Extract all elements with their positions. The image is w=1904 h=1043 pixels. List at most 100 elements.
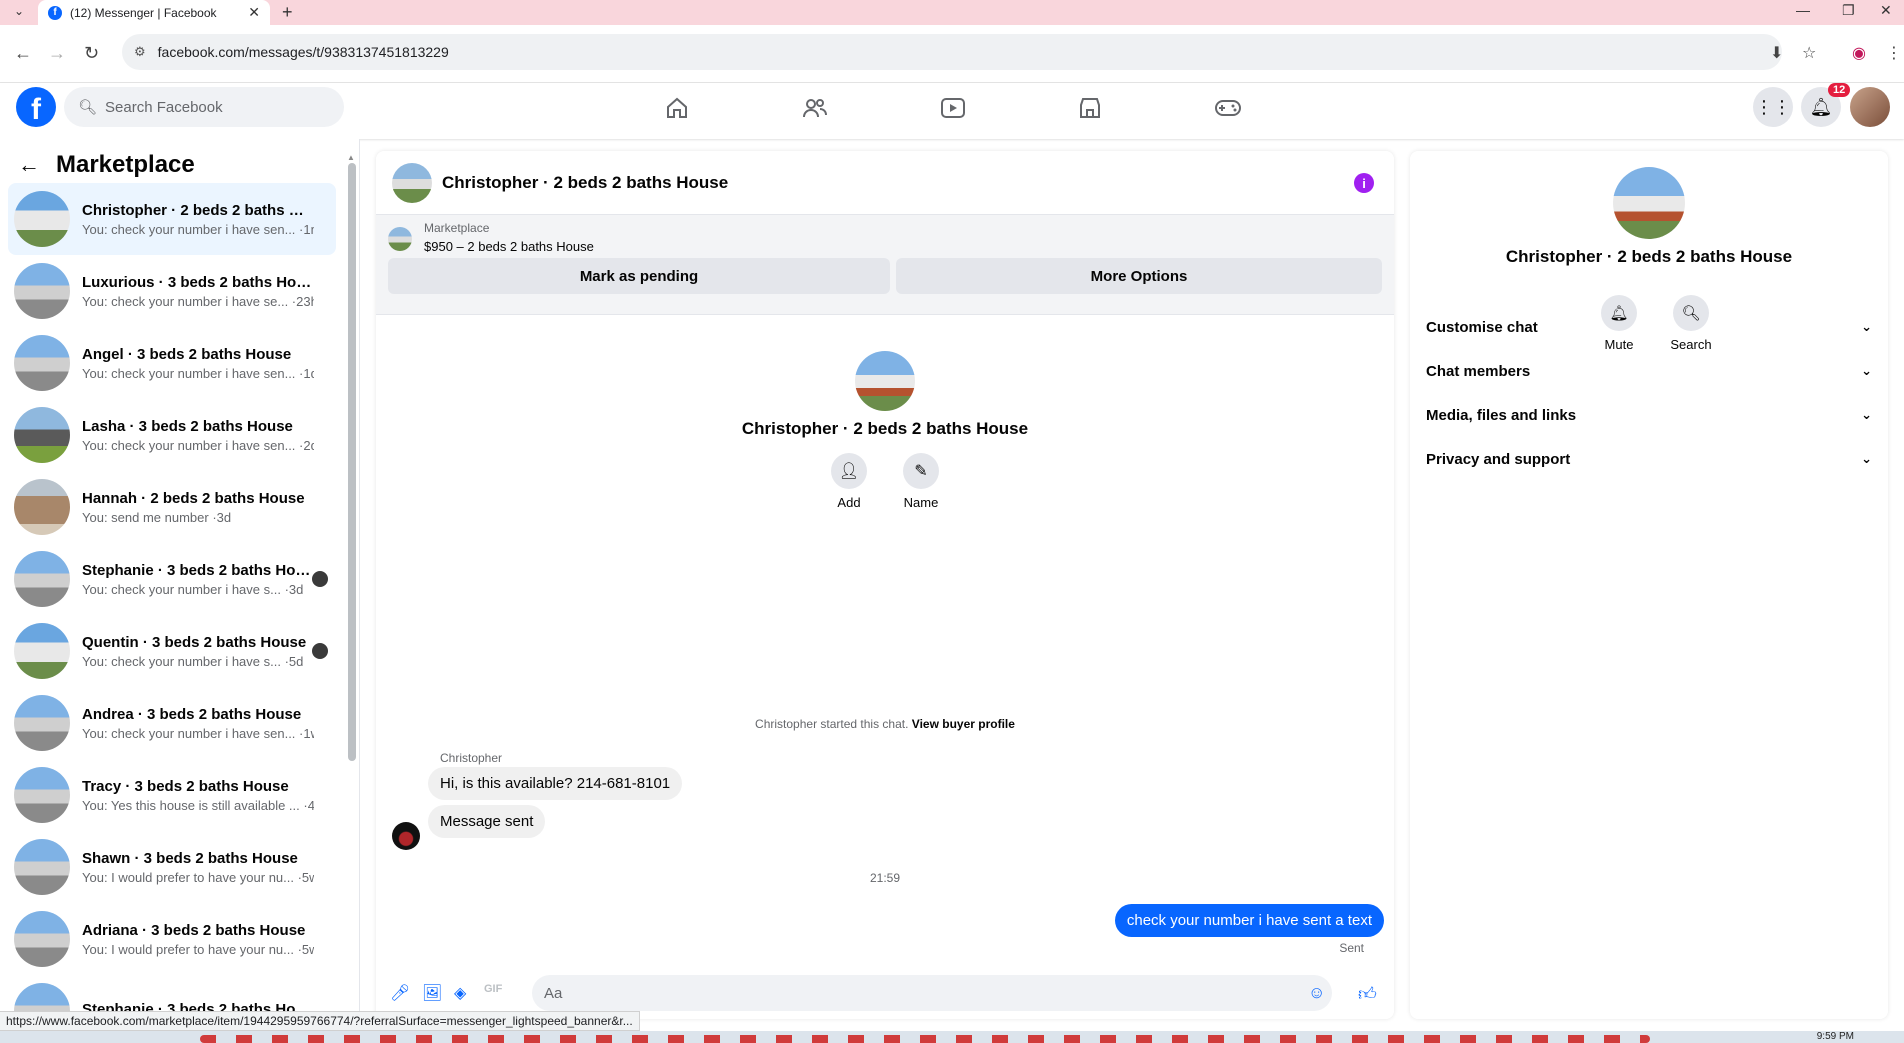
conversation-title[interactable]: Christopher · 2 beds 2 baths House bbox=[442, 173, 728, 193]
sticker-icon[interactable]: ◈ bbox=[454, 983, 466, 1003]
install-app-icon[interactable]: ⬇ bbox=[1770, 43, 1783, 63]
gaming-icon[interactable] bbox=[1208, 93, 1248, 123]
restore-icon[interactable]: ❐ bbox=[1842, 2, 1855, 19]
listing-price-title[interactable]: $950 – 2 beds 2 baths House bbox=[424, 239, 594, 254]
thread-item[interactable]: Stephanie · 3 beds 2 baths House You: che… bbox=[8, 543, 336, 615]
close-window-icon[interactable]: ✕ bbox=[1880, 2, 1892, 19]
view-buyer-profile-link[interactable]: View buyer profile bbox=[912, 717, 1015, 731]
thread-thumbnail bbox=[14, 479, 70, 535]
chat-members-section[interactable]: Chat members ⌄ bbox=[1424, 349, 1878, 393]
thread-name: Angel · 3 beds 2 baths House bbox=[82, 345, 292, 363]
thread-preview: You: I would prefer to have your nu... ·… bbox=[82, 941, 314, 957]
thread-item[interactable]: Tracy · 3 beds 2 baths House You: Yes thi… bbox=[8, 759, 336, 831]
address-bar[interactable]: ⚙ facebook.com/messages/t/93831374518132… bbox=[122, 34, 1782, 70]
thread-name: Christopher · 2 beds 2 baths House bbox=[82, 201, 314, 219]
photo-icon[interactable]: 🖼︎ bbox=[422, 983, 442, 1003]
thread-item[interactable]: Angel · 3 beds 2 baths House You: check y… bbox=[8, 327, 336, 399]
sender-avatar[interactable] bbox=[392, 822, 420, 850]
browser-tab[interactable]: f (12) Messenger | Facebook ✕ bbox=[38, 0, 270, 25]
message-placeholder: Aa bbox=[544, 984, 563, 1002]
pencil-icon: ✎ bbox=[903, 453, 939, 489]
close-tab-icon[interactable]: ✕ bbox=[248, 4, 260, 21]
thread-preview: You: check your number i have sen... ·1d bbox=[82, 365, 314, 381]
forward-icon[interactable]: → bbox=[48, 43, 66, 64]
thread-thumbnail bbox=[14, 263, 70, 319]
menu-grid-icon[interactable]: ⋮⋮ bbox=[1753, 87, 1793, 127]
thread-item[interactable]: Shawn · 3 beds 2 baths House You: I would… bbox=[8, 831, 336, 903]
thread-thumbnail bbox=[14, 407, 70, 463]
thread-item[interactable]: Quentin · 3 beds 2 baths House You: check… bbox=[8, 615, 336, 687]
thread-preview: You: check your number i have sen... ·1m bbox=[82, 221, 314, 237]
back-arrow-icon[interactable]: ← bbox=[18, 152, 40, 178]
outgoing-message[interactable]: check your number i have sent a text bbox=[1114, 904, 1384, 937]
privacy-support-section[interactable]: Privacy and support ⌄ bbox=[1424, 437, 1878, 481]
facebook-header: f 🔍︎ Search Facebook ⋮⋮ 🔔︎ 12 bbox=[0, 83, 1904, 139]
back-icon[interactable]: ← bbox=[14, 43, 32, 64]
facebook-logo-icon[interactable]: f bbox=[16, 87, 56, 127]
thumbs-up-icon[interactable]: 👍︎ bbox=[1358, 983, 1377, 1005]
thread-item[interactable]: Andrea · 3 beds 2 baths House You: check … bbox=[8, 687, 336, 759]
browser-toolbar: ← → ↻ ⚙ facebook.com/messages/t/93831374… bbox=[0, 25, 1904, 83]
minimize-icon[interactable]: — bbox=[1796, 2, 1810, 18]
bookmark-star-icon[interactable]: ☆ bbox=[1802, 43, 1816, 63]
details-avatar bbox=[1613, 167, 1685, 239]
add-people-button[interactable]: 👤︎ Add bbox=[825, 453, 873, 510]
reload-icon[interactable]: ↻ bbox=[84, 43, 99, 64]
taskbar-app-icons[interactable] bbox=[200, 1035, 1650, 1043]
info-icon[interactable]: i bbox=[1354, 173, 1374, 193]
seen-avatar-icon bbox=[312, 643, 328, 659]
browser-menu-icon[interactable]: ⋮ bbox=[1886, 43, 1902, 63]
search-facebook-input[interactable]: 🔍︎ Search Facebook bbox=[64, 87, 344, 127]
thread-thumbnail bbox=[14, 911, 70, 967]
thread-preview: You: check your number i have se... ·23h bbox=[82, 293, 314, 309]
thread-preview: You: check your number i have s... ·5d bbox=[82, 653, 304, 669]
conversation-avatar[interactable] bbox=[392, 162, 432, 203]
thread-thumbnail bbox=[14, 623, 70, 679]
marketplace-icon[interactable] bbox=[1070, 93, 1110, 123]
thread-preview: You: check your number i have sen... ·1w bbox=[82, 725, 314, 741]
name-chat-button[interactable]: ✎ Name bbox=[897, 453, 945, 510]
customise-chat-section[interactable]: Customise chat ⌄ bbox=[1424, 305, 1878, 349]
section-label: Privacy and support bbox=[1426, 450, 1571, 468]
thread-thumbnail bbox=[14, 839, 70, 895]
message-input[interactable]: Aa bbox=[532, 975, 1332, 1011]
thread-name: Luxurious · 3 beds 2 baths House bbox=[82, 273, 314, 291]
site-info-icon[interactable]: ⚙ bbox=[134, 44, 146, 60]
microphone-icon[interactable]: 🎤︎ bbox=[390, 983, 410, 1003]
tab-search-icon[interactable]: ⌄ bbox=[8, 4, 30, 22]
mark-as-pending-button[interactable]: Mark as pending bbox=[388, 258, 890, 294]
thread-item[interactable]: Adriana · 3 beds 2 baths House You: I wou… bbox=[8, 903, 336, 975]
media-files-links-section[interactable]: Media, files and links ⌄ bbox=[1424, 393, 1878, 437]
sidebar-scrollbar[interactable] bbox=[348, 163, 356, 761]
home-icon[interactable] bbox=[657, 93, 697, 123]
thread-thumbnail bbox=[14, 767, 70, 823]
facebook-favicon-icon: f bbox=[48, 5, 62, 20]
gif-icon[interactable]: GIF bbox=[484, 983, 502, 995]
system-text: Christopher started this chat. bbox=[755, 717, 909, 731]
thread-preview: You: check your number i have sen... ·2d bbox=[82, 437, 314, 453]
emoji-icon[interactable]: ☺ bbox=[1308, 983, 1325, 1003]
account-avatar[interactable] bbox=[1850, 87, 1890, 127]
url-text: facebook.com/messages/t/9383137451813229 bbox=[157, 44, 449, 60]
add-person-icon: 👤︎ bbox=[831, 453, 867, 489]
chevron-down-icon: ⌄ bbox=[1861, 407, 1872, 422]
scroll-up-arrow[interactable]: ▲ bbox=[347, 153, 355, 162]
friends-icon[interactable] bbox=[795, 93, 835, 123]
thread-item[interactable]: Christopher · 2 beds 2 baths House You: c… bbox=[8, 183, 336, 255]
thread-item[interactable]: Hannah · 2 beds 2 baths House You: send m… bbox=[8, 471, 336, 543]
browser-tab-strip: ⌄ f (12) Messenger | Facebook ✕ + — ❐ ✕ bbox=[0, 0, 1904, 25]
thread-name: Shawn · 3 beds 2 baths House bbox=[82, 849, 298, 867]
thread-name: Lasha · 3 beds 2 baths House bbox=[82, 417, 293, 435]
thread-item[interactable]: Luxurious · 3 beds 2 baths House You: che… bbox=[8, 255, 336, 327]
thread-item[interactable]: Lasha · 3 beds 2 baths House You: check y… bbox=[8, 399, 336, 471]
more-options-button[interactable]: More Options bbox=[896, 258, 1382, 294]
sent-status: Sent bbox=[1339, 941, 1364, 955]
message-composer: 🎤︎ 🖼︎ ◈ GIF Aa ☺ 👍︎ bbox=[376, 969, 1394, 1017]
new-tab-icon[interactable]: + bbox=[282, 2, 293, 23]
thread-name: Adriana · 3 beds 2 baths House bbox=[82, 921, 306, 939]
video-icon[interactable] bbox=[933, 93, 973, 123]
listing-thumbnail[interactable] bbox=[388, 227, 412, 251]
profile-icon[interactable]: ◉ bbox=[1852, 43, 1866, 63]
incoming-message[interactable]: Message sent bbox=[428, 805, 546, 838]
incoming-message[interactable]: Hi, is this available? 214-681-8101 bbox=[428, 767, 683, 800]
